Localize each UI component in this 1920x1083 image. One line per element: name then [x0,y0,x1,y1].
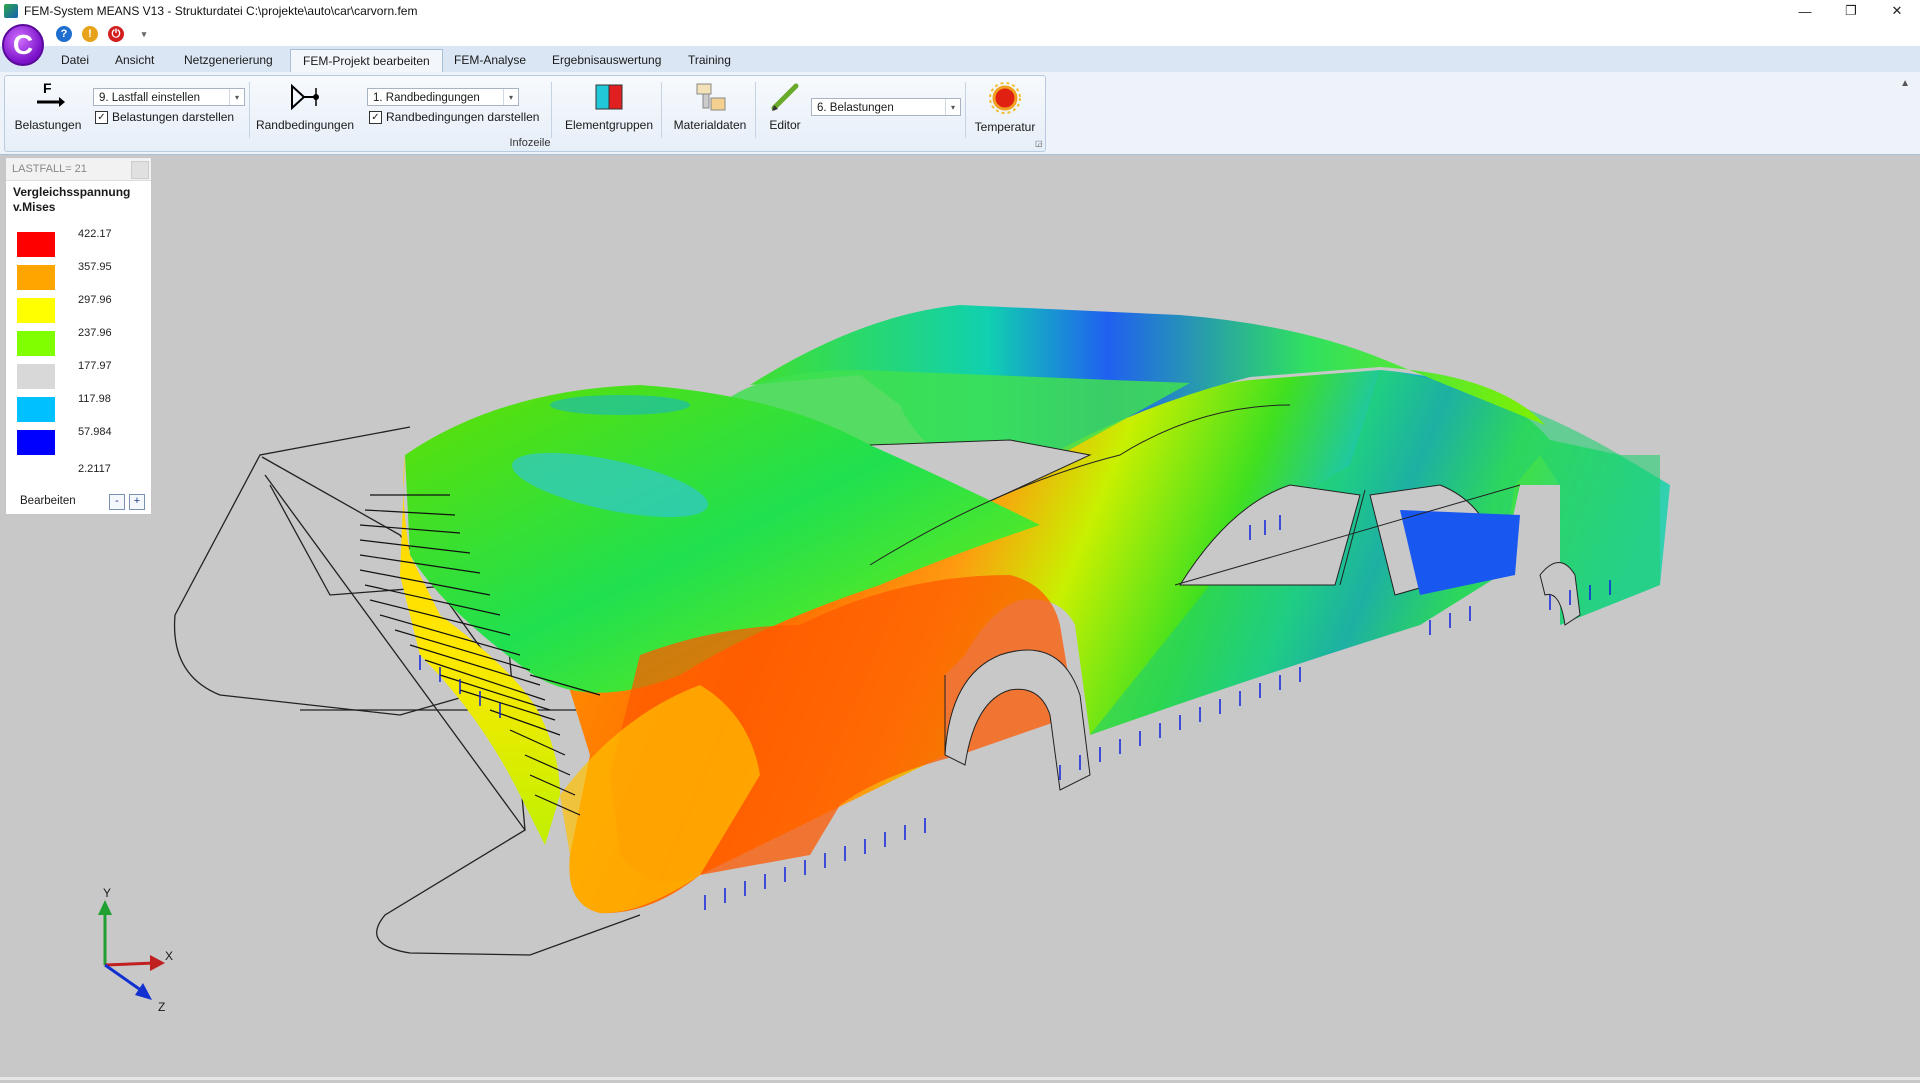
legend-swatch [17,298,55,323]
tab-ansicht[interactable]: Ansicht [103,49,166,71]
sun-icon [989,82,1021,114]
tab-netzgenerierung[interactable]: Netzgenerierung [172,49,285,71]
legend-value: 237.96 [78,327,112,339]
axis-triad: Y X Z [98,886,173,1014]
belastungen-darstellen-checkbox[interactable]: ✓ Belastungen darstellen [95,110,234,124]
app-icon [4,4,18,18]
ribbon-group-infozeile: F Belastungen 9. Lastfall einstellen ▾ ✓… [4,75,1046,152]
randbedingungen-button[interactable]: Randbedingungen [255,80,355,132]
temperatur-label: Temperatur [974,120,1036,134]
editor-select[interactable]: 6. Belastungen ▾ [811,98,961,116]
bearbeiten-label: Bearbeiten [20,495,76,507]
legend-value: 57.984 [78,426,112,438]
material-data-icon [696,83,726,111]
hood-stress-spot [550,395,690,415]
randbedingungen-select[interactable]: 1. Randbedingungen ▾ [367,88,519,106]
boundary-condition-icon [291,83,319,111]
randbedingungen-darstellen-checkbox[interactable]: ✓ Randbedingungen darstellen [369,110,539,124]
legend-value: 297.96 [78,294,112,306]
tab-datei[interactable]: Datei [49,49,101,71]
window-title: FEM-System MEANS V13 - Strukturdatei C:\… [24,4,418,18]
fem-model-view[interactable]: Y X Z [0,155,1920,1080]
axis-label-y: Y [103,886,111,900]
close-button[interactable]: ✕ [1874,0,1920,22]
randbedingungen-darstellen-label: Randbedingungen darstellen [386,110,540,124]
randbedingungen-label: Randbedingungen [255,118,355,132]
tab-fem-analyse[interactable]: FEM-Analyse [442,49,538,71]
randbedingungen-select-value: 1. Randbedingungen [373,92,480,104]
separator [965,82,966,138]
increase-button[interactable]: + [129,494,145,510]
separator [551,82,552,138]
ribbon-collapse-icon[interactable]: ▲ [1900,78,1910,89]
chevron-down-icon: ▾ [229,89,244,105]
belastungen-darstellen-label: Belastungen darstellen [112,110,235,124]
chevron-down-icon: ▾ [503,89,518,105]
lastfall-label: LASTFALL= 21 [12,163,87,175]
axis-label-z: Z [158,1000,165,1014]
checkmark-icon: ✓ [369,110,382,124]
pencil-icon [771,83,799,111]
legend-title-line2: v.Mises [13,200,56,214]
editor-label: Editor [769,118,801,132]
ribbon: F Belastungen 9. Lastfall einstellen ▾ ✓… [0,72,1920,155]
decrease-button[interactable]: - [109,494,125,510]
power-icon[interactable]: ⏻ [108,26,124,42]
legend-swatch [17,430,55,455]
tab-ergebnisauswertung[interactable]: Ergebnisauswertung [540,49,673,71]
materialdaten-button[interactable]: Materialdaten [668,80,752,132]
stress-legend-panel: LASTFALL= 21 Vergleichsspannung v.Mises … [5,157,152,515]
separator [755,82,756,138]
load-arrow-icon: F [37,80,65,107]
legend-title: Vergleichsspannung v.Mises [6,181,151,215]
legend-swatch [17,331,55,356]
app-logo-button[interactable]: C [2,24,44,66]
legend-header: LASTFALL= 21 [6,158,151,181]
legend-swatch [17,397,55,422]
tab-training[interactable]: Training [676,49,743,71]
lastfall-select-value: 9. Lastfall einstellen [99,92,201,104]
legend-value: 177.97 [78,360,112,372]
legend-value: 357.95 [78,261,112,273]
restore-button[interactable]: ❐ [1828,0,1874,22]
legend-value: 117.98 [78,393,111,405]
legend-swatch [17,232,55,257]
legend-value: 2.2117 [78,463,111,475]
legend-close-button[interactable] [131,161,149,179]
editor-select-value: 6. Belastungen [817,102,894,114]
tab-fem-projekt-bearbeiten[interactable]: FEM-Projekt bearbeiten [290,49,443,72]
load-icon-letter: F [43,80,52,96]
legend-value: 422.17 [78,228,112,240]
3d-viewport[interactable]: Y X Z [0,155,1920,1080]
dialog-launcher-icon[interactable]: ◲ [1035,139,1044,148]
ribbon-tab-bar: Datei Ansicht Netzgenerierung FEM-Projek… [0,46,1920,73]
belastungen-label: Belastungen [14,118,82,132]
customize-qat-icon[interactable]: ▾ [136,26,152,42]
editor-button[interactable]: Editor [762,80,808,132]
separator [661,82,662,138]
lastfall-select[interactable]: 9. Lastfall einstellen ▾ [93,88,245,106]
axis-label-x: X [165,949,173,963]
element-groups-icon [595,84,623,110]
elementgruppen-button[interactable]: Elementgruppen [560,80,658,132]
temperatur-button[interactable]: Temperatur [970,80,1040,134]
chevron-down-icon: ▾ [945,99,960,115]
group-label: Infozeile [509,137,551,149]
legend-swatch [17,364,55,389]
logo-letter: C [12,29,34,60]
help-icon[interactable]: ? [56,26,72,42]
inner-panel-blue [1400,510,1520,595]
quick-access-toolbar [0,22,1920,46]
separator [249,82,250,138]
legend-title-line1: Vergleichsspannung [13,185,131,199]
materialdaten-label: Materialdaten [673,118,747,132]
title-bar: FEM-System MEANS V13 - Strukturdatei C:\… [0,0,1920,22]
checkmark-icon: ✓ [95,110,108,124]
elementgruppen-label: Elementgruppen [564,118,654,132]
legend-swatch [17,265,55,290]
info-icon[interactable]: ! [82,26,98,42]
legend-footer: Bearbeiten - + [6,488,151,514]
minimize-button[interactable]: — [1782,0,1828,22]
belastungen-button[interactable]: F Belastungen [14,80,82,132]
